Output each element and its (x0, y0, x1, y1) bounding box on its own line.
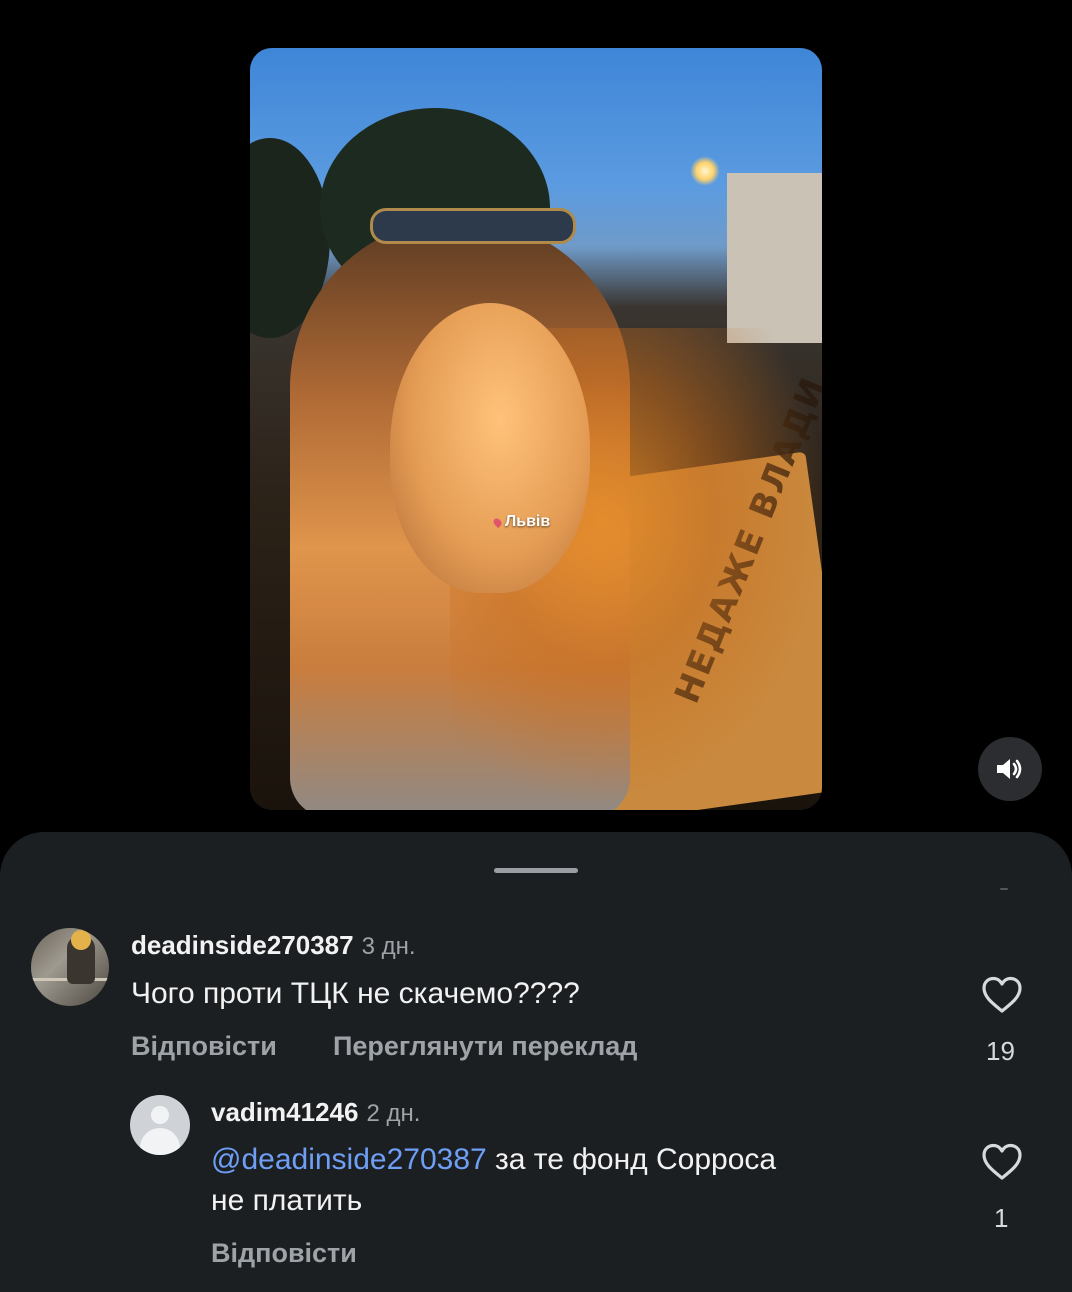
location-pin-icon (491, 516, 504, 528)
comment-username[interactable]: deadinside270387 (131, 930, 354, 960)
avatar[interactable] (31, 928, 109, 1006)
see-translation-button[interactable]: Переглянути переклад (333, 1031, 637, 1062)
person-face (390, 303, 590, 593)
comment-text: Чого проти ТЦК не скачемо???? (131, 977, 580, 1010)
reply-text-line2: не платить (211, 1184, 363, 1217)
sheet-drag-handle[interactable] (494, 868, 578, 873)
location-sticker[interactable]: Львів (491, 513, 551, 531)
reply-text-line1: @deadinside270387 за те фонд Сорроса (211, 1143, 776, 1177)
comments-sheet (0, 832, 1072, 1292)
like-count: 19 (986, 1036, 1015, 1066)
background-building (727, 173, 822, 343)
reply-time: 2 дн. (366, 1100, 421, 1127)
sound-toggle-button[interactable] (978, 737, 1042, 801)
speaker-volume-icon (997, 759, 1022, 779)
heart-outline-icon[interactable] (981, 976, 1023, 1014)
heart-outline-icon[interactable] (981, 1143, 1023, 1181)
reply-username[interactable]: vadim41246 (211, 1097, 358, 1127)
default-avatar-body (140, 1128, 180, 1155)
comment-header: deadinside270387 3 дн. (131, 930, 416, 961)
avatar-head (71, 930, 91, 950)
sheet-indicator (1000, 888, 1008, 890)
video-preview[interactable]: НЕДАЖЕ ВЛАДИ Львів (250, 48, 822, 810)
like-count: 1 (994, 1203, 1009, 1233)
reply-header: vadim41246 2 дн. (211, 1097, 420, 1128)
default-avatar-head (151, 1106, 169, 1124)
sunglasses (370, 208, 576, 244)
avatar[interactable] (130, 1095, 190, 1155)
location-label: Львів (505, 513, 551, 530)
reply-button[interactable]: Відповісти (211, 1238, 357, 1269)
streetlight (690, 156, 720, 186)
reply-mention-link[interactable]: @deadinside270387 (211, 1143, 487, 1176)
reply-button[interactable]: Відповісти (131, 1031, 277, 1062)
comment-time: 3 дн. (361, 933, 416, 960)
reply-text: за те фонд Сорроса (495, 1143, 777, 1176)
